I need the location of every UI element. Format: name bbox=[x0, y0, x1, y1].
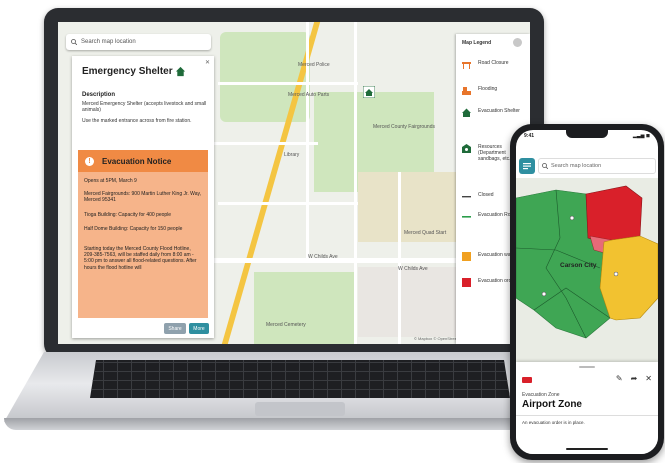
legend-item-shelter: Evacuation Shelter bbox=[462, 108, 522, 117]
home-indicator bbox=[566, 448, 608, 450]
phone-screen: 9:41 ▂▃▅ ◼ Search map location Carson Ci… bbox=[516, 130, 658, 454]
shelter-icon bbox=[175, 66, 186, 77]
alert-icon: ! bbox=[85, 156, 94, 166]
flooding-icon bbox=[462, 87, 471, 95]
zone-description: An evacuation order is in place. bbox=[522, 420, 585, 425]
laptop-screen: Merced County Fairgrounds W Childs Ave W… bbox=[58, 22, 530, 344]
closed-line-icon bbox=[462, 196, 471, 198]
map-label-street: W Childs Ave bbox=[398, 266, 428, 272]
notice-paragraph: Opens at 5PM, March 9 bbox=[84, 178, 137, 184]
close-icon[interactable]: ✕ bbox=[645, 374, 652, 383]
search-icon bbox=[542, 163, 548, 169]
zone-type: Evacuation Zone bbox=[522, 392, 560, 398]
map-search-input[interactable]: Search map location bbox=[66, 34, 211, 50]
zone-warning[interactable] bbox=[599, 235, 658, 321]
sheet-drag-handle[interactable] bbox=[579, 366, 595, 368]
map-road bbox=[398, 172, 401, 344]
map-road bbox=[218, 82, 358, 85]
legend-item-road-closure: Road Closure bbox=[462, 60, 522, 69]
search-placeholder: Search map location bbox=[551, 163, 602, 169]
close-icon[interactable]: ✕ bbox=[205, 59, 210, 66]
search-icon bbox=[71, 39, 77, 45]
panel-title: Emergency Shelter bbox=[82, 66, 173, 77]
more-button[interactable]: More bbox=[189, 323, 209, 334]
notice-paragraph: Starting today the Merced County Flood H… bbox=[84, 246, 197, 271]
menu-icon bbox=[523, 163, 531, 170]
shelter-info-panel: ✕ Emergency Shelter Description Merced E… bbox=[72, 56, 214, 338]
warning-zone-icon bbox=[462, 252, 471, 261]
map-block bbox=[358, 267, 456, 337]
status-signal-icon: ▂▃▅ ◼ bbox=[632, 133, 650, 139]
zone-order[interactable] bbox=[585, 185, 643, 243]
resources-icon bbox=[462, 144, 471, 153]
notice-paragraph: Half Dome Building: Capacity for 150 peo… bbox=[84, 226, 183, 232]
phone-search-input[interactable]: Search map location bbox=[538, 158, 656, 174]
legend-item-flooding: Flooding bbox=[462, 86, 522, 95]
sheet-actions: ✎ ➦ ✕ bbox=[616, 374, 652, 383]
map-label-cemetery: Merced Cemetery bbox=[266, 322, 306, 328]
map-label-library: Library bbox=[284, 152, 300, 158]
order-zone-icon bbox=[462, 278, 471, 287]
zone-detail-sheet: ✎ ➦ ✕ Evacuation Zone Airport Zone An ev… bbox=[516, 362, 658, 454]
map-road bbox=[306, 22, 309, 262]
share-icon[interactable]: ➦ bbox=[631, 374, 638, 383]
legend-title: Map Legend bbox=[462, 40, 492, 46]
status-time: 9:41 bbox=[524, 133, 535, 139]
notice-header: ! Evacuation Notice bbox=[78, 150, 208, 172]
notice-paragraph: Tioga Building: Capacity for 400 people bbox=[84, 212, 172, 218]
notice-paragraph: Merced Fairgrounds: 900 Martin Luther Ki… bbox=[84, 191, 201, 204]
laptop-trackpad bbox=[255, 402, 345, 416]
shelter-marker-icon[interactable] bbox=[363, 86, 375, 98]
road-closure-icon bbox=[462, 62, 471, 69]
evacuation-zone-map[interactable] bbox=[516, 178, 658, 366]
legend-label: Evacuation Shelter bbox=[478, 108, 520, 114]
map-park-cemetery bbox=[254, 272, 354, 344]
map-label-quad: Merced Quad Start bbox=[404, 230, 447, 236]
evacuation-notice: ! Evacuation Notice Opens at 5PM, March … bbox=[78, 150, 208, 318]
map-road bbox=[208, 142, 318, 145]
menu-button[interactable] bbox=[519, 158, 535, 174]
legend-label: Flooding bbox=[478, 86, 498, 92]
share-button[interactable]: Share bbox=[164, 323, 186, 334]
zone-color-swatch bbox=[522, 377, 532, 383]
legend-label: Road Closure bbox=[478, 60, 509, 66]
map-label-police: Merced Police bbox=[298, 62, 330, 68]
description-heading: Description bbox=[82, 92, 116, 98]
notice-title: Evacuation Notice bbox=[102, 156, 172, 166]
laptop-keyboard bbox=[90, 360, 510, 398]
map-label-fairgrounds: Merced County Fairgrounds bbox=[373, 124, 435, 130]
shelter-icon bbox=[462, 108, 471, 117]
map-park bbox=[220, 32, 310, 122]
edit-icon[interactable]: ✎ bbox=[616, 374, 623, 383]
instructions-text: Use the marked entrance across from fire… bbox=[82, 118, 192, 124]
divider bbox=[516, 415, 658, 416]
map-city-label: Carson City bbox=[560, 262, 597, 269]
map-label-parts: Merced Auto Parts bbox=[288, 92, 330, 98]
map-label-street: W Childs Ave bbox=[308, 254, 338, 260]
route-line-icon bbox=[462, 216, 471, 218]
legend-close-button[interactable] bbox=[513, 38, 522, 47]
laptop-base-edge bbox=[4, 418, 596, 430]
description-text: Merced Emergency Shelter (accepts livest… bbox=[82, 101, 207, 113]
zone-name: Airport Zone bbox=[522, 399, 582, 410]
map-road bbox=[354, 22, 357, 344]
map-road bbox=[218, 202, 358, 205]
search-placeholder: Search map location bbox=[81, 39, 136, 45]
phone-notch bbox=[566, 130, 608, 138]
